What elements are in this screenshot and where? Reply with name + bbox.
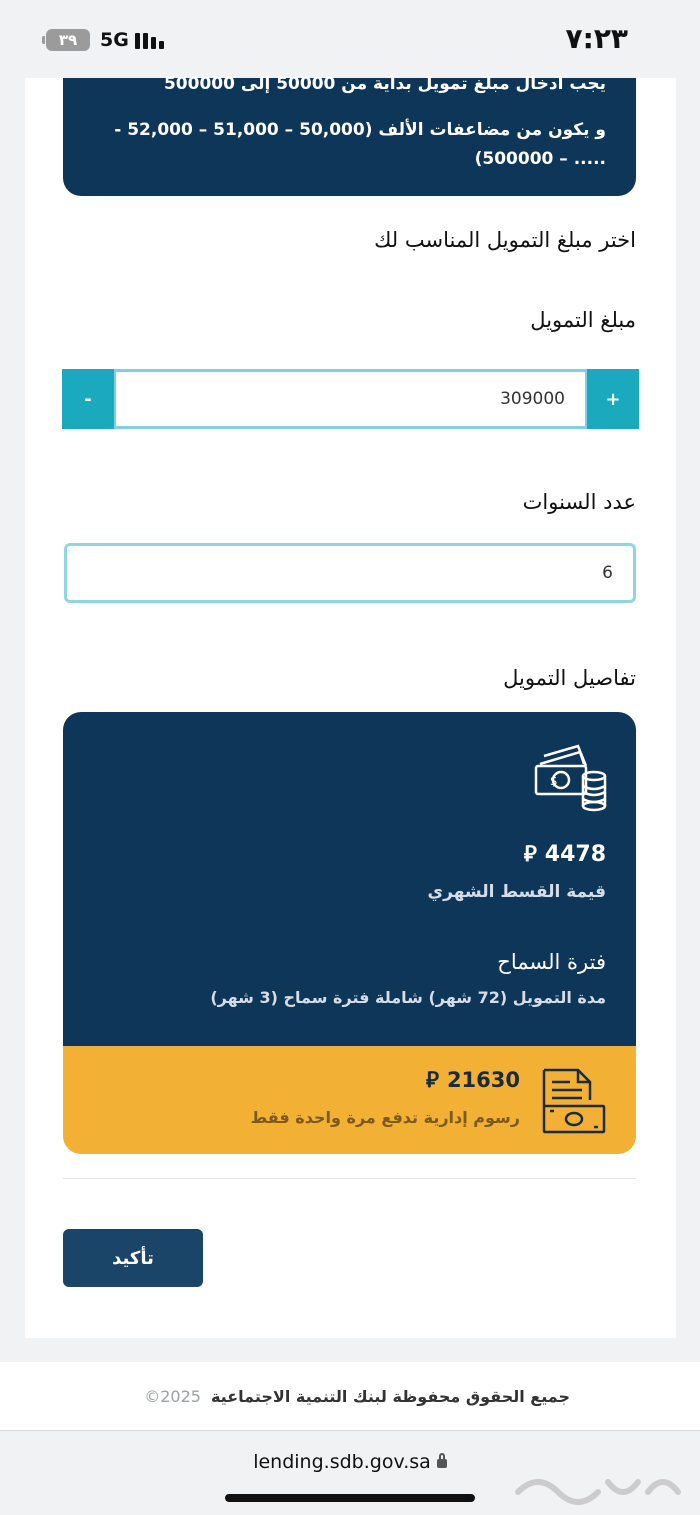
watermark-logo xyxy=(515,1479,681,1505)
grace-period-title: فترة السماح xyxy=(497,950,606,974)
info-line-multiples: و يكون من مضاعفات الألف (50,000 – 51,000… xyxy=(114,120,606,169)
details-heading: تفاصيل التمويل xyxy=(503,666,636,690)
status-indicators: ٣٩ 5G xyxy=(42,28,164,52)
status-time: ٧:٢٣ xyxy=(565,22,628,55)
confirm-button[interactable]: تأكيد xyxy=(63,1229,203,1287)
amount-label: مبلغ التمويل xyxy=(530,308,636,332)
years-label: عدد السنوات xyxy=(522,490,636,514)
footer-year: ©2025 xyxy=(144,1386,201,1406)
admin-fee-value: 21630 xyxy=(446,1068,520,1092)
signal-icon xyxy=(134,31,164,49)
info-box: يجب ادخال مبلغ تمويل بداية من 50000 إلى … xyxy=(63,74,636,196)
battery-icon: ٣٩ xyxy=(42,29,90,51)
finance-details-card: $ 4478 ⃁ قيمة القسط الشهري فترة السماح م… xyxy=(63,712,636,1154)
footer-copyright: جميع الحقوق محفوظة لبنك التنمية الاجتماع… xyxy=(210,1386,570,1406)
years-input[interactable] xyxy=(64,543,636,603)
monthly-installment: 4478 ⃁ xyxy=(524,840,606,868)
amount-stepper: - + xyxy=(62,369,639,429)
svg-text:$: $ xyxy=(550,774,558,788)
decrease-button[interactable]: - xyxy=(62,369,114,429)
divider xyxy=(63,1178,636,1179)
riyal-icon: ⃁ xyxy=(425,1068,439,1093)
admin-fee: 21630 ⃁ xyxy=(426,1066,520,1094)
installment-label: قيمة القسط الشهري xyxy=(427,882,606,902)
document-money-icon xyxy=(542,1068,606,1134)
network-type: 5G xyxy=(100,29,129,51)
increase-button[interactable]: + xyxy=(587,369,639,429)
url-text: lending.sdb.gov.sa xyxy=(253,1451,431,1473)
grace-period-description: مدة التمويل (72 شهر) شاملة فترة سماح (3 … xyxy=(210,988,606,1007)
admin-fee-section: 21630 ⃁ رسوم إدارية تدفع مرة واحدة فقط xyxy=(63,1046,636,1154)
battery-level: ٣٩ xyxy=(58,31,78,49)
riyal-icon: ⃁ xyxy=(523,842,537,867)
admin-fee-label: رسوم إدارية تدفع مرة واحدة فقط xyxy=(250,1108,520,1127)
main-card: يجب ادخال مبلغ تمويل بداية من 50000 إلى … xyxy=(25,74,676,1338)
money-icon: $ xyxy=(534,744,607,812)
footer: جميع الحقوق محفوظة لبنك التنمية الاجتماع… xyxy=(0,1362,700,1430)
status-bar: ٣٩ 5G ٧:٢٣ xyxy=(0,0,700,78)
info-line-range: يجب ادخال مبلغ تمويل بداية من 50000 إلى … xyxy=(163,74,606,94)
details-summary: $ 4478 ⃁ قيمة القسط الشهري فترة السماح م… xyxy=(63,712,636,1046)
home-indicator[interactable] xyxy=(225,1494,475,1502)
installment-value: 4478 xyxy=(544,841,606,867)
lock-icon xyxy=(436,1453,447,1468)
amount-input[interactable] xyxy=(114,369,587,429)
choose-amount-heading: اختر مبلغ التمويل المناسب لك xyxy=(374,228,636,252)
